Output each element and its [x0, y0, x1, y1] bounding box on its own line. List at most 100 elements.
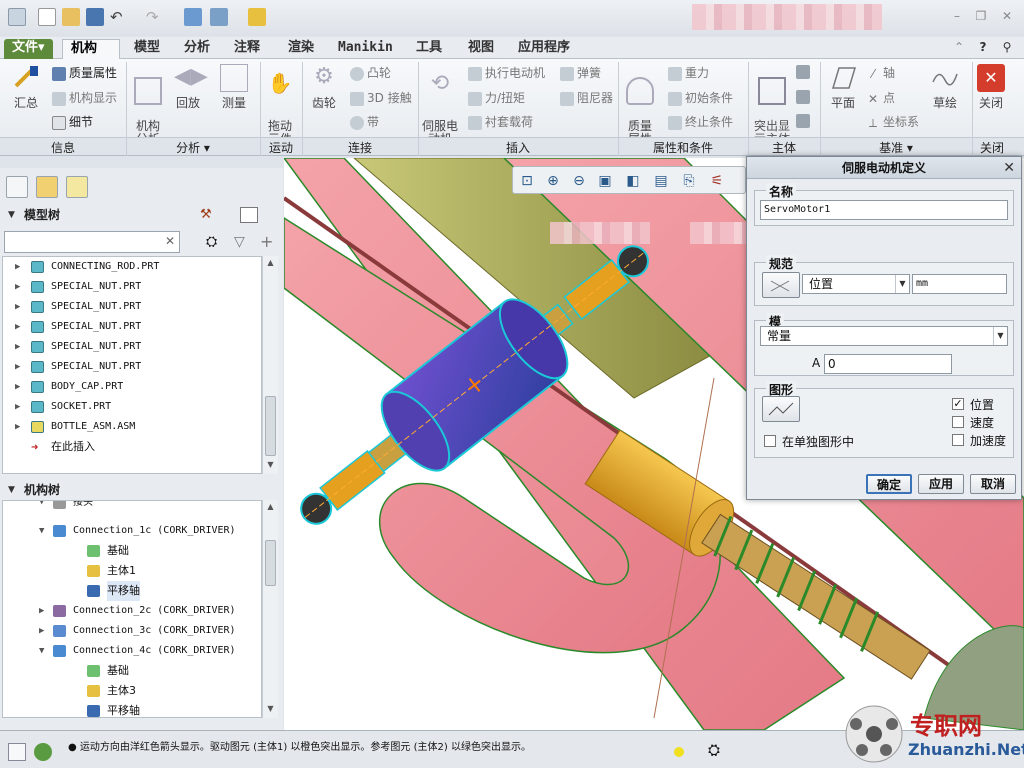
a-value-input[interactable]: 0	[824, 354, 952, 374]
mechanism-tree-header[interactable]: 机构树	[2, 480, 281, 500]
model-tree-item[interactable]: ▶ BOTTLE_ASM.ASM	[3, 417, 261, 437]
expand-arrow-icon[interactable]: ▶	[15, 357, 20, 377]
expand-arrow-icon[interactable]: ▶	[15, 257, 20, 277]
status-nav-icon[interactable]	[8, 743, 26, 761]
expand-arrow-icon[interactable]: ▼	[39, 521, 44, 541]
expand-arrow-icon[interactable]: ▶	[39, 621, 44, 641]
mech-display-button[interactable]: 机构显示	[52, 89, 117, 106]
model-tree-item[interactable]: ▶ CONNECTING_ROD.PRT	[3, 257, 261, 277]
folder-browser-tab-icon[interactable]	[36, 176, 58, 198]
belt-button[interactable]: 带	[350, 113, 379, 130]
expand-arrow-icon[interactable]: ▼	[39, 641, 44, 661]
mechanism-tree-item[interactable]: ▶ Connection_3c (CORK_DRIVER)	[3, 621, 261, 641]
mechanism-tree-item[interactable]: ▶ Connection_2c (CORK_DRIVER)	[3, 601, 261, 621]
regenerate-icon[interactable]	[184, 8, 202, 26]
damper-button[interactable]: 阻尼器	[560, 89, 613, 106]
model-tree-scrollbar[interactable]: ▲ ▼	[262, 256, 278, 474]
position-checkbox[interactable]: ✓	[952, 398, 964, 410]
close-window-icon[interactable]	[248, 8, 266, 26]
spec-select-reference-button[interactable]	[762, 272, 800, 298]
expand-arrow-icon[interactable]: ▶	[15, 317, 20, 337]
body-tool-1-button[interactable]	[796, 64, 813, 79]
expand-arrow-icon[interactable]: ▶	[15, 397, 20, 417]
graph-button[interactable]	[762, 396, 800, 422]
profile-select[interactable]: 常量 ▼	[760, 326, 1008, 346]
scroll-up-arrow[interactable]: ▲	[263, 258, 278, 267]
body-tool-3-button[interactable]	[796, 113, 813, 128]
drag-components-button[interactable]: ✋ 拖动 元件	[262, 64, 298, 146]
tree-columns-icon[interactable]	[240, 207, 258, 223]
group-properties[interactable]: 属性和条件	[618, 139, 748, 156]
playback-button[interactable]: ◀▶ 回放	[170, 64, 208, 111]
group-info[interactable]: 信息	[0, 139, 126, 156]
search-help-icon[interactable]: ⚲	[1000, 40, 1014, 54]
expand-arrow-icon[interactable]: ▶	[15, 297, 20, 317]
tab-analysis[interactable]: 分析	[176, 39, 218, 59]
scroll-thumb[interactable]	[265, 540, 276, 586]
highlight-bodies-button[interactable]: 突出显 示主体	[750, 64, 794, 146]
restore-icon[interactable]: ❐	[974, 9, 988, 23]
bushing-button[interactable]: 衬套载荷	[468, 113, 533, 130]
zoom-out-icon[interactable]: ⊖	[569, 171, 589, 191]
servo-motor-button[interactable]: ⟲ 伺服电 动机	[420, 64, 460, 146]
tab-tools[interactable]: 工具	[408, 39, 450, 59]
expand-arrow-icon[interactable]: ▶	[15, 277, 20, 297]
datum-display-icon[interactable]: ⚟	[707, 171, 727, 191]
mechanism-tree-item[interactable]: 平移轴	[3, 581, 261, 601]
model-tree-item[interactable]: ▶ SPECIAL_NUT.PRT	[3, 317, 261, 337]
dialog-close-icon[interactable]: ✕	[1003, 157, 1015, 179]
tab-model[interactable]: 模型	[126, 39, 168, 59]
find-icon[interactable]: ⛭	[206, 234, 217, 250]
scroll-down-arrow[interactable]: ▼	[263, 704, 278, 713]
expand-arrow-icon[interactable]: ▶	[15, 377, 20, 397]
mechanism-tree-item[interactable]: 平移轴	[3, 701, 261, 717]
cancel-button[interactable]: 取消	[970, 474, 1016, 494]
new-icon[interactable]	[38, 8, 56, 26]
datum-plane-button[interactable]: 平面	[826, 64, 860, 111]
expand-arrow-icon[interactable]: ▾	[39, 501, 44, 513]
tab-render[interactable]: 渲染	[280, 39, 322, 59]
mass-properties-button[interactable]: 质量 属性	[622, 64, 658, 146]
datum-axis-button[interactable]: ⁄ 轴	[866, 64, 895, 81]
detail-button[interactable]: 细节	[52, 113, 93, 130]
view-manager-icon[interactable]: ⎘	[679, 171, 699, 191]
model-tree-item[interactable]: ➜ 在此插入	[3, 437, 261, 457]
model-tree-item[interactable]: ▶ BODY_CAP.PRT	[3, 377, 261, 397]
gear-button[interactable]: ⚙ 齿轮	[306, 64, 342, 111]
minimize-icon[interactable]: –	[950, 9, 964, 23]
terminate-condition-button[interactable]: 终止条件	[668, 113, 733, 130]
name-input[interactable]: ServoMotor1	[760, 200, 1008, 220]
summary-button[interactable]: 汇总	[8, 64, 44, 111]
mechanism-tree-item[interactable]: ▼ Connection_1c (CORK_DRIVER)	[3, 521, 261, 541]
mechanism-tree-item[interactable]: ▾ 接头	[3, 501, 261, 513]
group-body[interactable]: 主体	[748, 139, 820, 156]
close-mechanism-button[interactable]: ✕ 关闭	[974, 64, 1008, 111]
expand-arrow-icon[interactable]: ▶	[15, 417, 20, 437]
body-tool-2-button[interactable]	[796, 89, 813, 104]
expand-arrow-icon[interactable]: ▶	[15, 337, 20, 357]
measure-button[interactable]: 测量	[216, 64, 252, 111]
mech-analysis-button[interactable]: 机构 分析	[130, 64, 166, 146]
collapse-ribbon-icon[interactable]: ⌃	[952, 40, 966, 54]
model-tree-item[interactable]: ▶ SOCKET.PRT	[3, 397, 261, 417]
mechanism-tree-item[interactable]: 基础	[3, 661, 261, 681]
mechanism-tree-item[interactable]: 基础	[3, 541, 261, 561]
mechanism-tree-item[interactable]: 主体1	[3, 561, 261, 581]
redo-icon[interactable]: ↷	[146, 8, 164, 26]
spring-button[interactable]: 弹簧	[560, 64, 601, 81]
model-tree-item[interactable]: ▶ SPECIAL_NUT.PRT	[3, 297, 261, 317]
scroll-down-arrow[interactable]: ▼	[263, 460, 278, 469]
windows-icon[interactable]	[210, 8, 228, 26]
zoom-in-icon[interactable]: ⊕	[543, 171, 563, 191]
add-icon[interactable]: +	[260, 232, 273, 251]
help-icon[interactable]: ?	[976, 40, 990, 54]
close-icon[interactable]: ✕	[1000, 9, 1014, 23]
undo-icon[interactable]: ↶	[110, 8, 128, 26]
initial-condition-button[interactable]: 初始条件	[668, 89, 733, 106]
tab-view[interactable]: 视图	[460, 39, 502, 59]
mechanism-tree-item[interactable]: 主体3	[3, 681, 261, 701]
gravity-button[interactable]: 重力	[668, 64, 709, 81]
expand-arrow-icon[interactable]: ▶	[39, 601, 44, 621]
actuator-button[interactable]: 执行电动机	[468, 64, 545, 81]
mechanism-tree-item[interactable]: ▼ Connection_4c (CORK_DRIVER)	[3, 641, 261, 661]
